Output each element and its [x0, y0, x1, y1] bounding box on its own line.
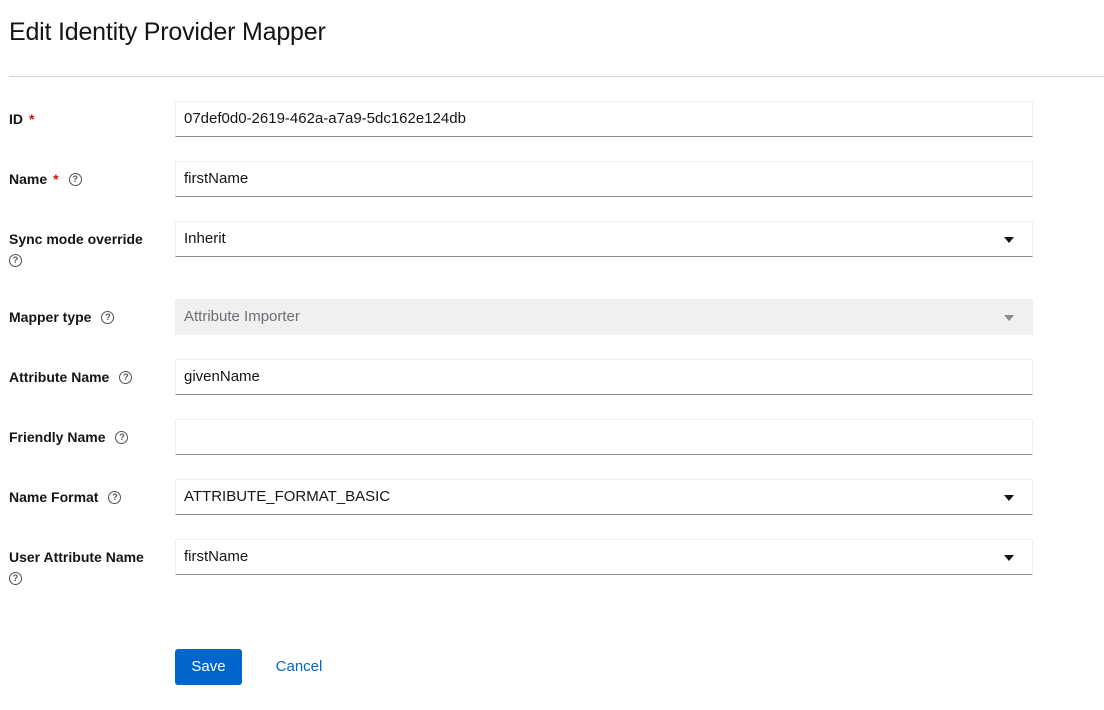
id-field-value: 07def0d0-2619-462a-a7a9-5dc162e124db — [184, 110, 466, 127]
name-format-select[interactable]: ATTRIBUTE_FORMAT_BASIC — [175, 479, 1033, 515]
id-field[interactable]: 07def0d0-2619-462a-a7a9-5dc162e124db — [175, 101, 1033, 137]
id-label-text: ID — [9, 111, 23, 127]
attribute-name-label-text: Attribute Name — [9, 369, 110, 385]
question-circle-icon[interactable]: ? — [9, 572, 22, 585]
sync-mode-label: Sync mode override ? — [9, 226, 159, 268]
name-format-value: ATTRIBUTE_FORMAT_BASIC — [184, 488, 391, 505]
name-format-label: Name Format? — [9, 484, 159, 510]
caret-down-icon — [1004, 555, 1014, 561]
required-indicator: * — [53, 171, 59, 187]
mapper-type-value: Attribute Importer — [184, 308, 300, 325]
user-attribute-name-select[interactable]: firstName — [175, 539, 1033, 575]
sync-mode-select[interactable]: Inherit — [175, 221, 1033, 257]
mapper-type-select: Attribute Importer — [175, 299, 1033, 335]
question-circle-icon[interactable]: ? — [9, 254, 22, 267]
question-circle-icon[interactable]: ? — [68, 172, 82, 186]
required-indicator: * — [29, 111, 35, 127]
friendly-name-field[interactable] — [175, 419, 1033, 455]
attribute-name-label: Attribute Name? — [9, 364, 159, 390]
question-circle-icon[interactable]: ? — [108, 490, 122, 504]
cancel-button[interactable]: Cancel — [258, 649, 340, 685]
friendly-name-label-text: Friendly Name — [9, 429, 106, 445]
friendly-name-label: Friendly Name? — [9, 424, 159, 450]
name-label: Name *? — [9, 166, 159, 192]
caret-down-icon — [1004, 495, 1014, 501]
name-format-label-text: Name Format — [9, 489, 99, 505]
question-circle-icon[interactable]: ? — [115, 430, 129, 444]
sync-mode-value: Inherit — [184, 230, 226, 247]
attribute-name-value: givenName — [184, 368, 260, 385]
user-attribute-name-label-text: User Attribute Name — [9, 549, 144, 565]
user-attribute-name-label: User Attribute Name ? — [9, 544, 159, 586]
name-field[interactable]: firstName — [175, 161, 1033, 197]
sync-mode-label-text: Sync mode override — [9, 231, 143, 247]
name-label-text: Name — [9, 171, 48, 187]
mapper-type-label: Mapper type? — [9, 304, 159, 330]
edit-identity-provider-mapper-page: Edit Identity Provider Mapper ID * 07def0… — [0, 0, 1104, 710]
question-circle-icon[interactable]: ? — [119, 370, 133, 384]
user-attribute-name-value: firstName — [184, 548, 249, 565]
save-button[interactable]: Save — [175, 649, 242, 685]
id-label: ID * — [9, 106, 159, 132]
caret-down-icon — [1004, 315, 1014, 321]
question-circle-icon[interactable]: ? — [101, 310, 115, 324]
attribute-name-field[interactable]: givenName — [175, 359, 1033, 395]
name-field-value: firstName — [184, 170, 249, 187]
mapper-type-label-text: Mapper type — [9, 309, 92, 325]
page-title: Edit Identity Provider Mapper — [9, 18, 326, 46]
caret-down-icon — [1004, 237, 1014, 243]
